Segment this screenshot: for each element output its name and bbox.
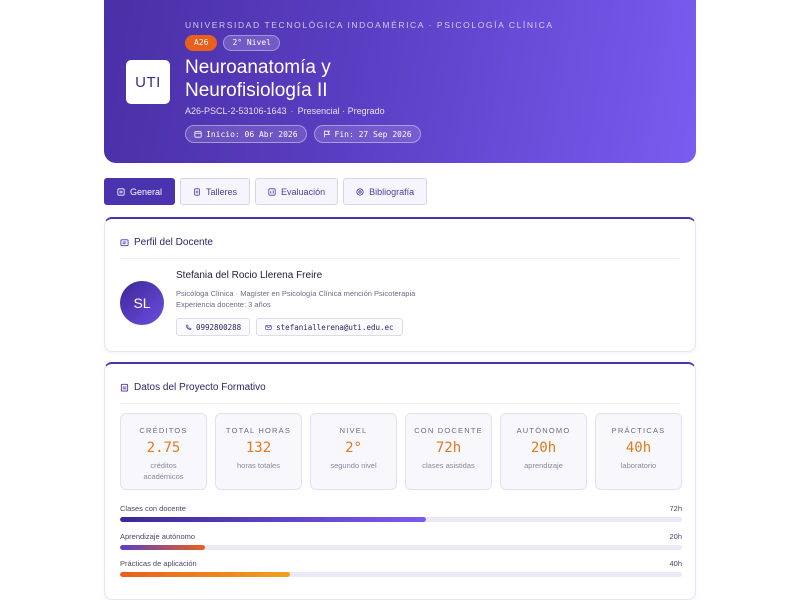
stat-label: CRÉDITOS	[139, 426, 188, 435]
teacher-section-title: Perfil del Docente	[120, 237, 213, 248]
course-badges: A26 2° Nivel	[185, 35, 280, 51]
clipboard-icon	[120, 383, 129, 392]
stat-total-horas: TOTAL HORAS 132 horas totales	[215, 413, 302, 490]
course-title-line2: Neurofisiología II	[185, 80, 328, 101]
divider	[120, 258, 680, 259]
stat-label: TOTAL HORAS	[225, 426, 292, 435]
university-logo: UTI	[126, 60, 170, 104]
stat-sub: horas totales	[237, 461, 280, 470]
stat-sub: créditos académicos	[143, 461, 184, 481]
stat-sub: segundo nivel	[330, 461, 377, 470]
stat-value: 40h	[625, 440, 652, 456]
grid-icon	[117, 187, 125, 196]
teacher-degree: Psicóloga Clínica · Magíster en Psicolog…	[176, 289, 416, 298]
start-date-pill: Inicio: 06 Abr 2026	[185, 125, 307, 143]
course-title: Neuroanatomía y Neurofisiología II	[185, 56, 485, 102]
calendar-icon	[194, 131, 202, 138]
progress-track	[120, 572, 682, 577]
stat-nivel: NIVEL 2° segundo nivel	[310, 413, 397, 490]
stat-label: CON DOCENTE	[414, 426, 483, 435]
period-badge: A26	[185, 35, 218, 51]
course-tabs: General Talleres Evaluación Bibliografía	[104, 178, 428, 205]
stat-value: 2°	[345, 440, 362, 456]
mail-icon	[265, 324, 272, 330]
course-meta: A26-PSCL-2-53106-1643 · Presencial · Pregr…	[185, 106, 385, 116]
teacher-name: Stefania del Rocio Llerena Freire	[176, 270, 323, 281]
university-name: UNIVERSIDAD TECNOLÓGICA INDOAMÉRICA · PS…	[185, 20, 554, 30]
document-icon	[194, 187, 200, 196]
end-date: Fin: 27 Sep 2026	[334, 129, 412, 139]
course-title-line1: Neuroanatomía y	[185, 57, 331, 78]
stat-sub: aprendizaje	[524, 461, 563, 470]
tab-talleres[interactable]: Talleres	[180, 178, 251, 205]
stat-value: 20h	[530, 440, 557, 456]
phone-chip[interactable]: 0992800288	[176, 318, 251, 336]
email-chip[interactable]: stefaniallerena@uti.edu.ec	[256, 318, 403, 336]
phone-number: 0992800288	[196, 322, 242, 332]
stat-practicas: PRÁCTICAS 40h laboratorio	[595, 413, 682, 490]
stat-sub: clases asistidas	[422, 461, 475, 470]
divider	[120, 403, 680, 404]
chart-icon	[268, 187, 276, 196]
stat-label: PRÁCTICAS	[611, 426, 666, 435]
tab-general-label: General	[130, 186, 163, 197]
progress-value: 40h	[669, 559, 682, 568]
progress-label: Prácticas de aplicación	[120, 559, 197, 568]
course-modality: Presencial · Pregrado	[297, 106, 385, 116]
id-card-icon	[120, 239, 129, 247]
email-address: stefaniallerena@uti.edu.ec	[276, 322, 394, 332]
stat-value: 72h	[435, 440, 462, 456]
stat-value: 2.75	[146, 440, 181, 456]
teacher-experience: Experiencia docente: 3 años	[176, 300, 271, 309]
project-section-title-text: Datos del Proyecto Formativo	[134, 382, 266, 393]
progress-value: 72h	[669, 504, 682, 513]
progress-clases-docente: Clases con docente 72h	[120, 504, 682, 522]
tab-general[interactable]: General	[104, 178, 176, 205]
tab-bibliografia[interactable]: Bibliografía	[343, 178, 428, 205]
level-badge: 2° Nivel	[223, 35, 280, 51]
progress-fill	[120, 517, 427, 522]
progress-value: 20h	[669, 532, 682, 541]
stat-autonomo: AUTÓNOMO 20h aprendizaje	[500, 413, 587, 490]
teacher-section-title-text: Perfil del Docente	[134, 237, 213, 248]
project-section-title: Datos del Proyecto Formativo	[120, 382, 266, 393]
book-icon	[356, 187, 364, 196]
progress-track	[120, 545, 682, 550]
teacher-contacts: 0992800288 stefaniallerena@uti.edu.ec	[176, 318, 403, 336]
course-header: UTI UNIVERSIDAD TECNOLÓGICA INDOAMÉRICA …	[104, 0, 696, 163]
progress-fill	[120, 572, 291, 577]
stat-sub: laboratorio	[620, 461, 657, 470]
end-date-pill: Fin: 27 Sep 2026	[313, 125, 421, 143]
progress-fill	[120, 545, 206, 550]
project-data-card: Datos del Proyecto Formativo CRÉDITOS 2.…	[104, 362, 696, 600]
progress-aprendizaje-autonomo: Aprendizaje autónomo 20h	[120, 532, 682, 550]
stats-grid: CRÉDITOS 2.75 créditos académicos TOTAL …	[120, 413, 682, 490]
stat-label: NIVEL	[339, 426, 368, 435]
avatar: SL	[120, 281, 164, 325]
course-code: A26-PSCL-2-53106-1643	[185, 106, 287, 116]
phone-icon	[185, 324, 192, 330]
progress-label: Clases con docente	[120, 504, 186, 513]
tab-evaluacion-label: Evaluación	[281, 186, 326, 197]
teacher-profile-card: Perfil del Docente SL Stefania del Rocio…	[104, 217, 696, 352]
progress-label: Aprendizaje autónomo	[120, 532, 196, 541]
course-dates: Inicio: 06 Abr 2026 Fin: 27 Sep 2026	[185, 125, 421, 143]
flag-icon	[323, 130, 330, 138]
progress-practicas-aplicacion: Prácticas de aplicación 40h	[120, 559, 682, 577]
tab-bibliografia-label: Bibliografía	[369, 186, 415, 197]
tab-evaluacion[interactable]: Evaluación	[255, 178, 339, 205]
progress-track	[120, 517, 682, 522]
tab-talleres-label: Talleres	[206, 186, 238, 197]
stat-label: AUTÓNOMO	[516, 426, 571, 435]
stat-value: 132	[245, 440, 272, 456]
stat-creditos: CRÉDITOS 2.75 créditos académicos	[120, 413, 207, 490]
start-date: Inicio: 06 Abr 2026	[206, 129, 298, 139]
stat-con-docente: CON DOCENTE 72h clases asistidas	[405, 413, 492, 490]
